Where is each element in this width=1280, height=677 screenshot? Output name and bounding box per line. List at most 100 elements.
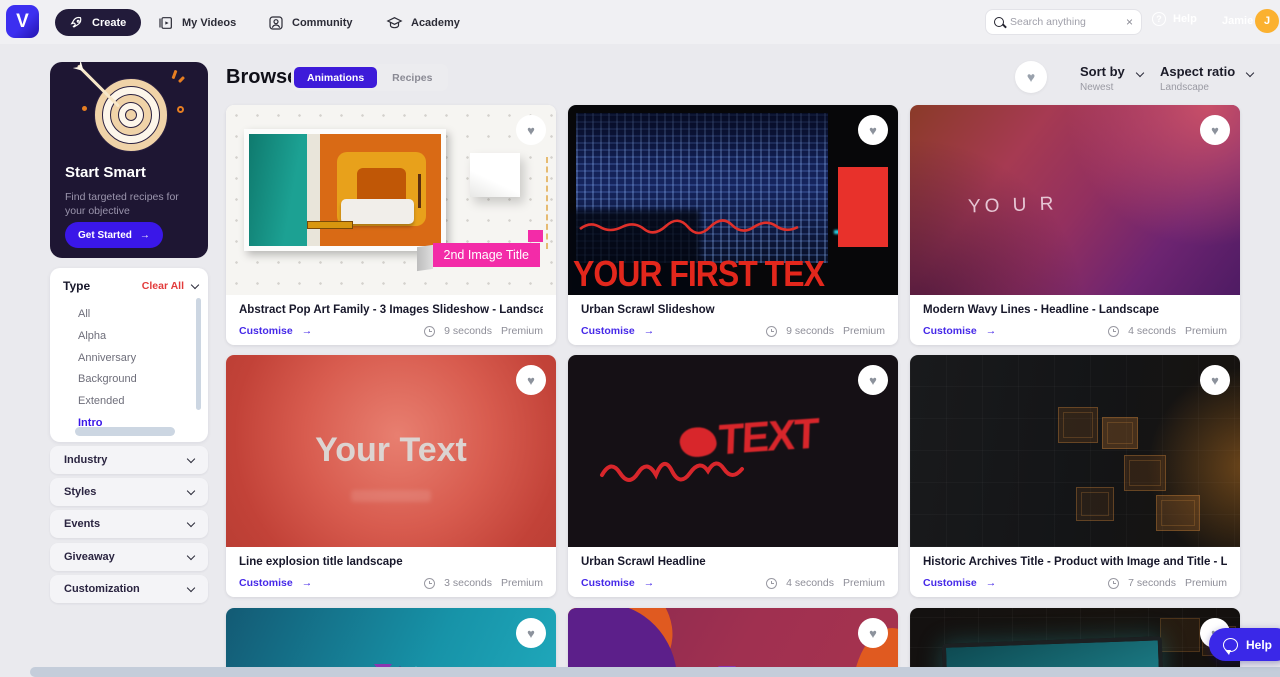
floating-help-button[interactable]: Help <box>1208 628 1280 661</box>
sort-by-dropdown[interactable]: Sort by Newest <box>1080 64 1145 93</box>
create-label: Create <box>92 16 127 29</box>
search-clear-button[interactable]: × <box>1126 16 1133 28</box>
app-root: V Create My Videos Community Academy × ?… <box>0 0 1280 677</box>
chevron-down-icon <box>186 583 196 592</box>
decoration <box>417 174 421 208</box>
duration-label: 4 seconds <box>1128 325 1176 337</box>
heart-icon: ♥ <box>527 372 535 388</box>
template-card-urban-scrawl-slideshow[interactable]: YOUR FIRST TEX ♥ Urban Scrawl Slideshow … <box>568 105 898 345</box>
nav-community[interactable]: Community <box>268 9 353 36</box>
chat-bubble-icon <box>1222 637 1238 655</box>
vertical-scrollbar[interactable] <box>196 298 201 410</box>
tab-recipes[interactable]: Recipes <box>379 67 445 88</box>
customise-link[interactable]: Customise → <box>581 325 654 337</box>
template-card-abstract-pop-art[interactable]: 2nd Image Title ♥ Abstract Pop Art Famil… <box>226 105 556 345</box>
arrow-right-icon: → <box>301 325 313 337</box>
card-body: Abstract Pop Art Family - 3 Images Slide… <box>226 295 556 337</box>
favorites-filter-button[interactable]: ♥ <box>1015 61 1047 93</box>
decoration <box>546 157 548 249</box>
accordion-styles[interactable]: Styles <box>50 478 208 506</box>
accordion-customization-label: Customization <box>64 583 140 595</box>
start-smart-card: Start Smart Find targeted recipes for yo… <box>50 62 208 258</box>
dartboard-illustration <box>76 64 186 152</box>
search-bar[interactable]: × <box>985 9 1142 35</box>
avatar[interactable]: J <box>1255 9 1279 33</box>
card-footer: Customise → 9 seconds Premium <box>581 325 885 337</box>
template-title: Modern Wavy Lines - Headline - Landscape <box>923 304 1160 316</box>
type-option-alpha[interactable]: Alpha <box>78 326 137 348</box>
rocket-icon <box>70 16 82 28</box>
vimeo-create-logo[interactable]: V <box>6 5 39 38</box>
help-nav-button[interactable]: ? Help <box>1152 12 1197 26</box>
accordion-industry[interactable]: Industry <box>50 446 208 474</box>
type-filter-title: Type <box>63 279 91 293</box>
nav-academy[interactable]: Academy <box>386 9 460 36</box>
horizontal-scrollbar[interactable] <box>75 427 175 436</box>
customise-label: Customise <box>239 577 293 589</box>
template-card-historic-archives[interactable]: ♥ Historic Archives Title - Product with… <box>910 355 1240 597</box>
crate-decoration <box>1058 407 1098 443</box>
chevron-down-icon[interactable] <box>190 280 200 289</box>
avatar-initial: J <box>1263 15 1271 27</box>
duration-label: 9 seconds <box>786 325 834 337</box>
favorite-button[interactable]: ♥ <box>858 115 888 145</box>
accordion-giveaway[interactable]: Giveaway <box>50 543 208 571</box>
type-option-all[interactable]: All <box>78 304 137 326</box>
logo-letter: V <box>16 10 29 32</box>
floating-help-label: Help <box>1245 637 1272 652</box>
type-option-background[interactable]: Background <box>78 369 137 391</box>
decoration <box>351 490 431 502</box>
favorite-button[interactable]: ♥ <box>516 115 546 145</box>
favorite-button[interactable]: ♥ <box>858 618 888 648</box>
favorite-button[interactable]: ♥ <box>1200 115 1230 145</box>
chevron-down-icon <box>1135 68 1145 78</box>
aspect-ratio-dropdown[interactable]: Aspect ratio Landscape <box>1160 64 1255 93</box>
favorite-button[interactable]: ♥ <box>858 365 888 395</box>
template-card-line-explosion[interactable]: Your Text ♥ Line explosion title landsca… <box>226 355 556 597</box>
username-label: Jamie <box>1222 15 1254 27</box>
customise-link[interactable]: Customise → <box>239 577 312 589</box>
customise-label: Customise <box>239 325 293 337</box>
get-started-button[interactable]: Get Started → <box>65 222 163 248</box>
template-card-urban-scrawl-headline[interactable]: TEXT ♥ Urban Scrawl Headline Customise → … <box>568 355 898 597</box>
card-meta: 4 seconds Premium <box>766 577 885 589</box>
customise-link[interactable]: Customise → <box>923 577 996 589</box>
duration-label: 4 seconds <box>786 577 834 589</box>
template-preview: YO U R ♥ <box>910 105 1240 295</box>
create-button[interactable]: Create <box>55 9 142 36</box>
overlay-headline-text: YO U R <box>967 193 1058 218</box>
start-smart-description: Find targeted recipes for your objective <box>65 191 179 218</box>
favorite-button[interactable]: ♥ <box>516 618 546 648</box>
tab-animations[interactable]: Animations <box>294 67 378 88</box>
customise-link[interactable]: Customise → <box>239 325 312 337</box>
red-rectangle-decoration <box>838 167 888 247</box>
premium-badge: Premium <box>500 325 543 337</box>
favorite-button[interactable]: ♥ <box>516 365 546 395</box>
type-option-anniversary[interactable]: Anniversary <box>78 348 137 370</box>
customise-link[interactable]: Customise → <box>581 577 654 589</box>
card-footer: Customise → 3 seconds Premium <box>239 577 543 589</box>
favorite-button[interactable]: ♥ <box>1200 365 1230 395</box>
clock-icon <box>424 577 436 589</box>
accordion-giveaway-label: Giveaway <box>64 551 115 563</box>
type-option-extended[interactable]: Extended <box>78 391 137 413</box>
aspect-ratio-value: Landscape <box>1160 82 1209 93</box>
accordion-events[interactable]: Events <box>50 510 208 538</box>
spark-decoration <box>82 106 87 111</box>
card-body: Historic Archives Title - Product with I… <box>910 547 1240 589</box>
search-input[interactable] <box>1010 16 1120 28</box>
heart-icon: ♥ <box>1211 122 1219 138</box>
premium-badge: Premium <box>842 325 885 337</box>
accordion-customization[interactable]: Customization <box>50 575 208 603</box>
type-filter-header: Type Clear All <box>63 279 200 293</box>
framed-picture-decoration <box>244 129 446 251</box>
customise-link[interactable]: Customise → <box>923 325 996 337</box>
accordion-styles-label: Styles <box>64 486 97 498</box>
heart-icon: ♥ <box>869 372 877 388</box>
page-horizontal-scrollbar[interactable] <box>30 667 1280 677</box>
overlay-headline-text: Your Text <box>315 431 467 469</box>
clock-icon <box>1108 577 1120 589</box>
clear-all-button[interactable]: Clear All <box>142 280 184 292</box>
template-card-modern-wavy-lines[interactable]: YO U R ♥ Modern Wavy Lines - Headline - … <box>910 105 1240 345</box>
nav-my-videos[interactable]: My Videos <box>158 9 236 36</box>
